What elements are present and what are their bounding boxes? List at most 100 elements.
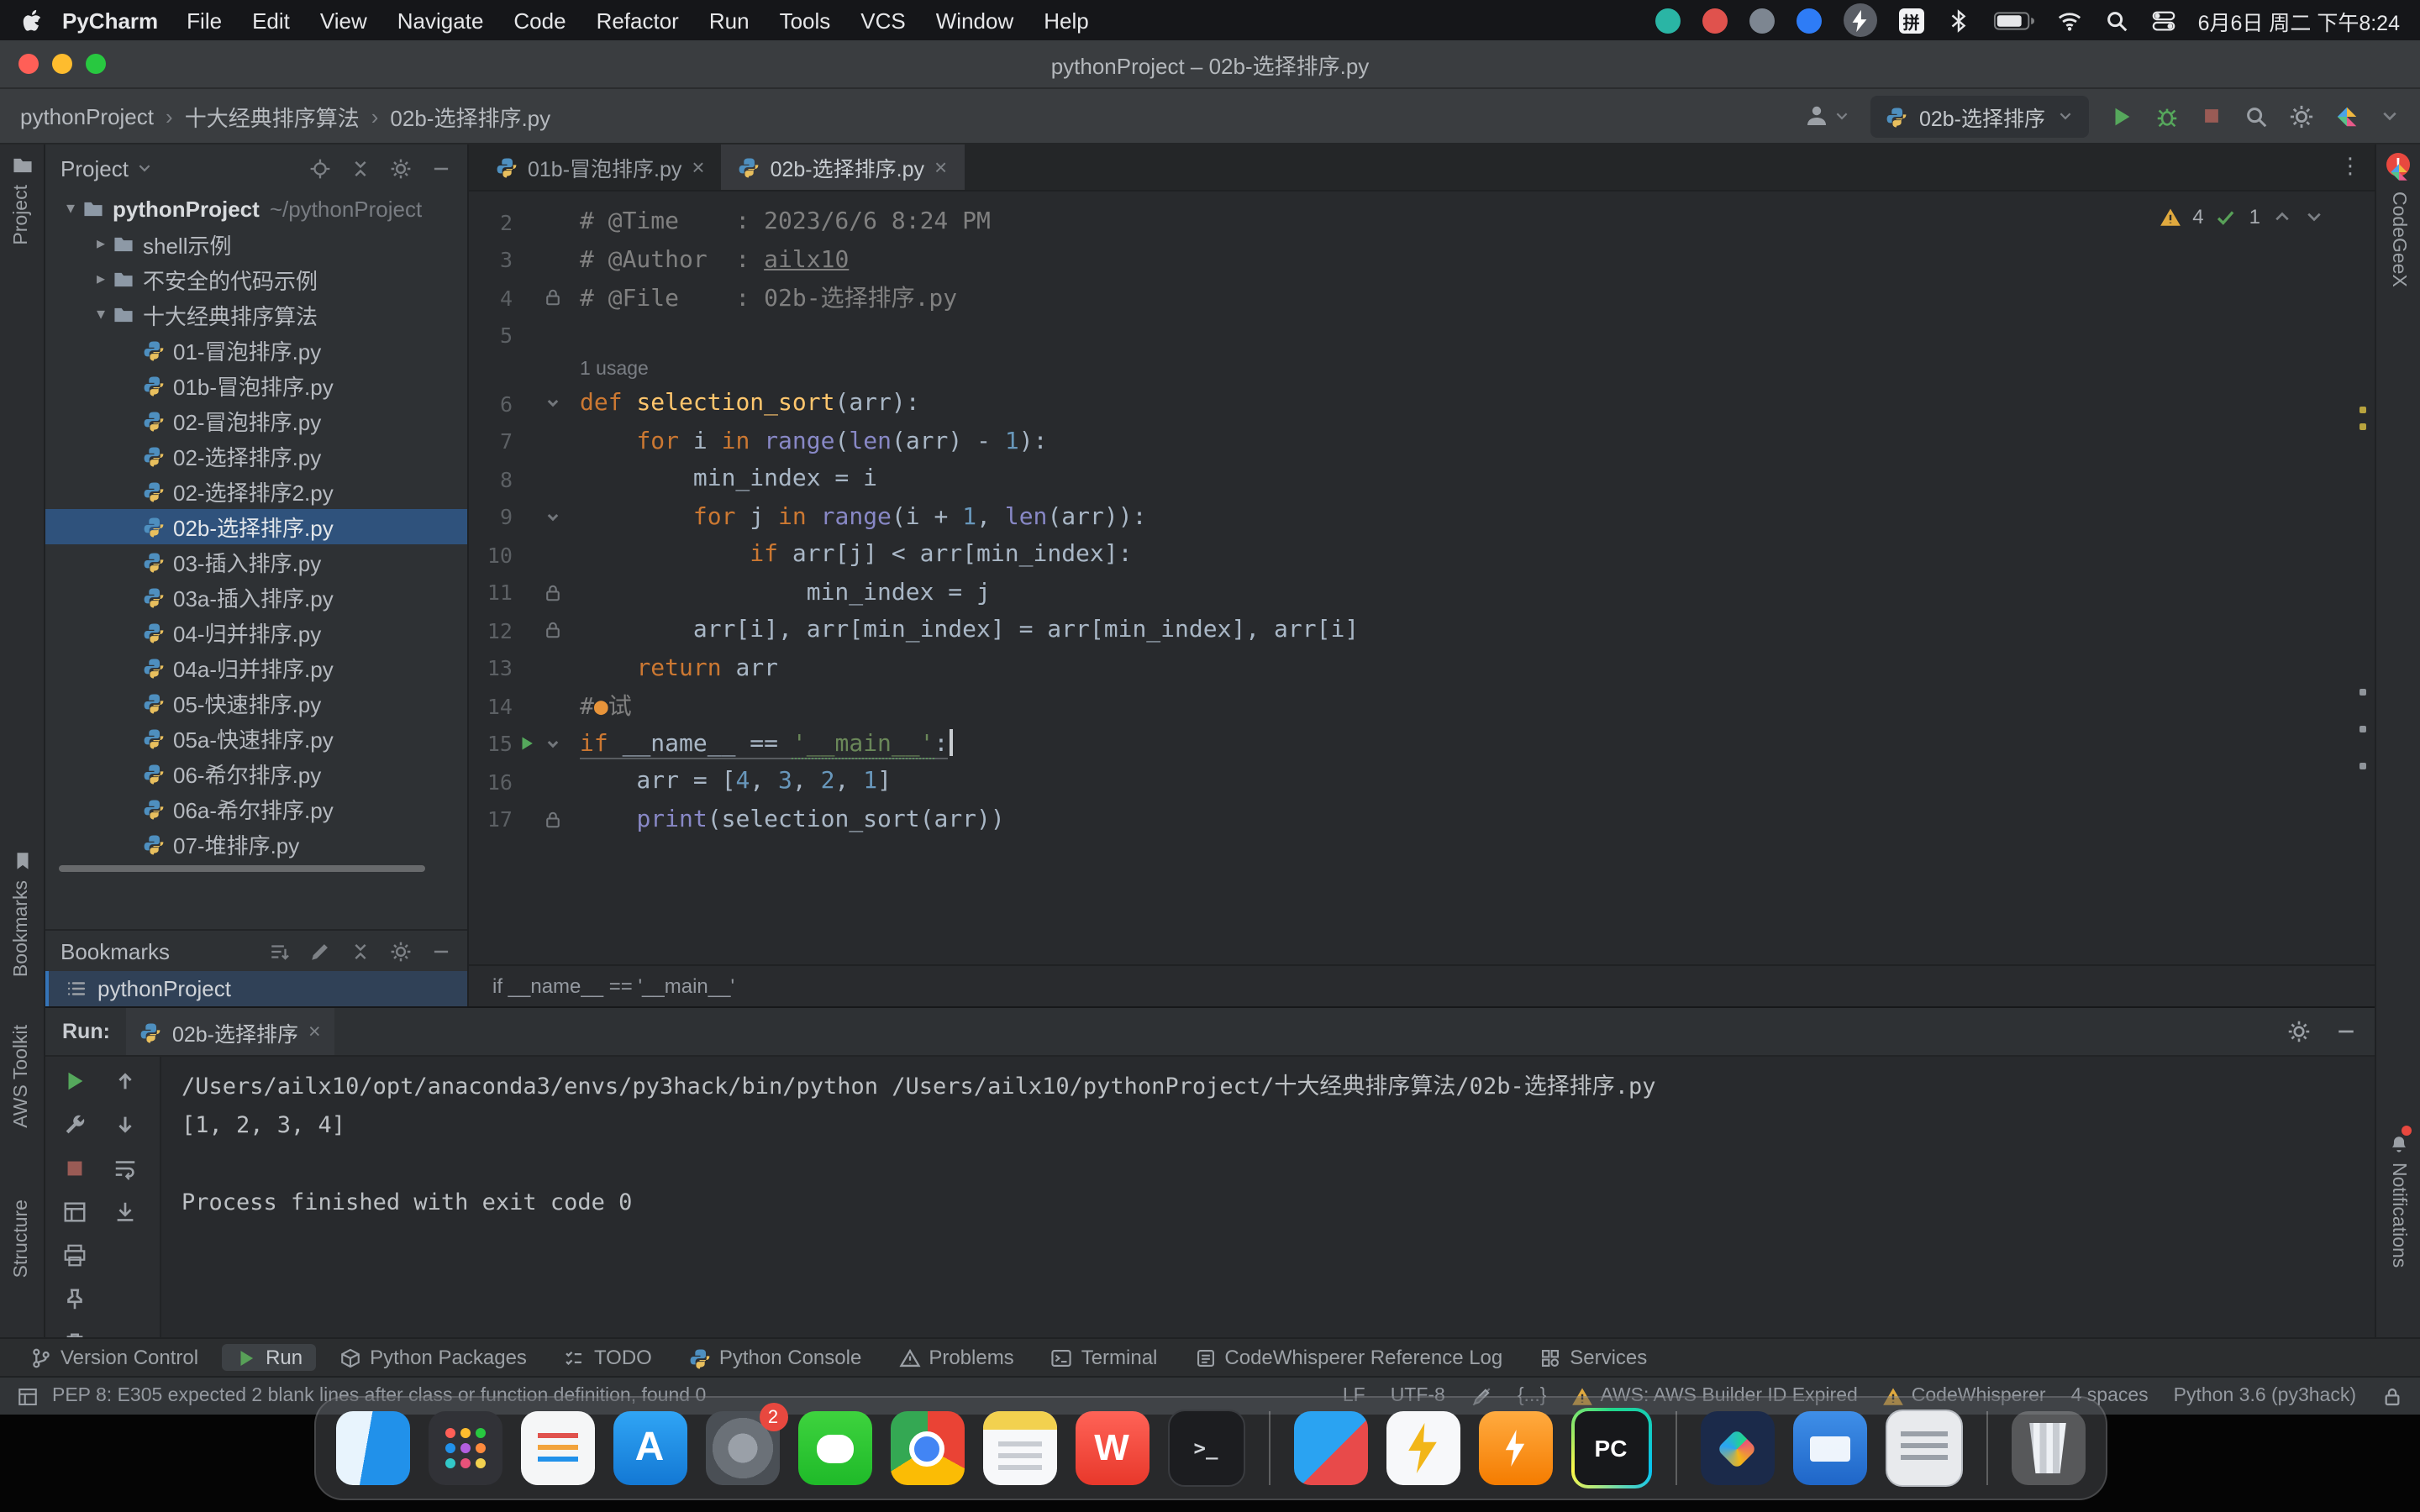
fold-icon[interactable] <box>543 507 563 528</box>
tool-tab-python-packages[interactable]: Python Packages <box>326 1344 540 1371</box>
tool-tab-todo[interactable]: TODO <box>550 1344 666 1371</box>
trash-icon[interactable] <box>61 1331 87 1337</box>
code-text[interactable]: def selection_sort(arr): <box>566 391 920 417</box>
tree-collapsed-arrow[interactable]: ▸ <box>89 270 113 289</box>
code-line[interactable]: 16 arr = [4, 3, 2, 1] <box>469 763 2375 801</box>
bookmark-item[interactable]: pythonProject <box>45 971 467 1006</box>
menu-bar-clock[interactable]: 6月6日 周二 下午8:24 <box>2198 4 2400 36</box>
tab-options-icon[interactable]: ⋮ <box>2339 153 2361 180</box>
chevron-down-icon[interactable] <box>137 160 154 176</box>
code-text[interactable]: min_index = j <box>566 580 991 606</box>
tool-tab-version-control[interactable]: Version Control <box>17 1344 212 1371</box>
code-line[interactable]: 13 return arr <box>469 649 2375 687</box>
tool-tab-codewhisperer-reference-log[interactable]: CodeWhisperer Reference Log <box>1181 1344 1516 1371</box>
tool-tab-terminal[interactable]: Terminal <box>1038 1344 1171 1371</box>
lock-icon[interactable] <box>543 621 563 641</box>
dock-security-icon[interactable] <box>1478 1411 1552 1485</box>
tree-row[interactable]: ▾ 十大经典排序算法 <box>45 297 467 333</box>
gear-icon[interactable] <box>390 157 412 179</box>
input-method-icon[interactable]: 拼 <box>1898 8 1924 33</box>
pencil-icon[interactable] <box>309 940 331 962</box>
search-everywhere-button[interactable] <box>2244 103 2269 129</box>
code-text[interactable]: arr[i], arr[min_index] = arr[min_index],… <box>566 617 1359 644</box>
breadcrumb-item[interactable]: pythonProject <box>20 103 154 129</box>
tree-row[interactable]: 03-插入排序.py <box>45 544 467 580</box>
menu-code[interactable]: Code <box>498 8 581 33</box>
dock-chrome-icon[interactable] <box>890 1411 964 1485</box>
editor-tab[interactable]: 01b-冒泡排序.py × <box>479 144 722 190</box>
code-text[interactable]: for j in range(i + 1, len(arr)): <box>566 504 1147 531</box>
run-icon[interactable] <box>517 735 535 753</box>
control-center-icon[interactable] <box>2151 8 2176 33</box>
spotlight-icon[interactable] <box>2104 8 2129 33</box>
app-menu-name[interactable]: PyCharm <box>62 8 158 33</box>
stop2-icon[interactable] <box>61 1156 87 1181</box>
code-text[interactable]: # @Author : ailx10 <box>566 247 849 274</box>
layout-icon[interactable] <box>61 1200 87 1225</box>
down-icon[interactable] <box>112 1112 137 1137</box>
fold-icon[interactable] <box>543 394 563 414</box>
rerun-icon[interactable] <box>61 1068 87 1094</box>
gear-icon[interactable] <box>2287 1020 2311 1043</box>
code-line[interactable]: 17 print(selection_sort(arr)) <box>469 801 2375 838</box>
menu-view[interactable]: View <box>305 8 382 33</box>
code-line[interactable]: 10 if arr[j] < arr[min_index]: <box>469 536 2375 574</box>
previous-problem-icon[interactable] <box>2272 207 2292 227</box>
wrench-icon[interactable] <box>61 1112 87 1137</box>
printer-icon[interactable] <box>61 1243 87 1268</box>
bookmarks-panel-title[interactable]: Bookmarks <box>60 938 170 963</box>
code-line[interactable]: 15 if __name__ == '__main__': <box>469 725 2375 763</box>
tool-tab-python-console[interactable]: Python Console <box>676 1344 875 1371</box>
dock-dark-app-icon[interactable] <box>1700 1411 1774 1485</box>
menu-help[interactable]: Help <box>1028 8 1104 33</box>
tree-horizontal-scrollbar[interactable] <box>59 865 425 872</box>
dock-finder-icon[interactable] <box>335 1411 409 1485</box>
zoom-window-button[interactable] <box>86 54 106 74</box>
code-line[interactable]: 11 min_index = j <box>469 574 2375 612</box>
tool-tab-run[interactable]: Run <box>222 1344 317 1371</box>
apple-menu-icon[interactable] <box>20 8 45 33</box>
code-line[interactable]: 6 def selection_sort(arr): <box>469 385 2375 423</box>
menu-refactor[interactable]: Refactor <box>581 8 694 33</box>
code-line[interactable]: 9 for j in range(i + 1, len(arr)): <box>469 498 2375 536</box>
gear-icon[interactable] <box>390 940 412 962</box>
wifi-icon[interactable] <box>2057 8 2082 33</box>
editor-scrollbar[interactable] <box>2360 192 2366 964</box>
tree-row[interactable]: ▸ 不安全的代码示例 <box>45 262 467 297</box>
tree-row[interactable]: 06a-希尔排序.py <box>45 791 467 827</box>
minus-icon[interactable] <box>430 940 452 962</box>
settings-button[interactable] <box>2289 103 2314 129</box>
lock-icon[interactable] <box>543 583 563 603</box>
dock-notes-icon[interactable] <box>982 1411 1056 1485</box>
breadcrumb-item[interactable]: 十大经典排序算法 <box>185 100 360 132</box>
pin-icon[interactable] <box>61 1287 87 1312</box>
tree-row[interactable]: 03a-插入排序.py <box>45 580 467 615</box>
stripe-button-project[interactable]: Project <box>0 155 44 245</box>
code-text[interactable]: for i in range(len(arr) - 1): <box>566 428 1047 455</box>
editor-breadcrumb[interactable]: if __name__ == '__main__' <box>469 964 2375 1006</box>
breadcrumb-item[interactable]: 02b-选择排序.py <box>390 100 550 132</box>
menu-window[interactable]: Window <box>921 8 1029 33</box>
battery-icon[interactable] <box>1993 8 2035 33</box>
close-icon[interactable]: × <box>308 1020 321 1043</box>
status-red-icon[interactable] <box>1702 8 1728 33</box>
next-problem-icon[interactable] <box>2304 207 2324 227</box>
stripe-button-aws[interactable]: AWS Toolkit <box>0 1025 44 1128</box>
tree-row[interactable]: 01-冒泡排序.py <box>45 333 467 368</box>
lock-icon[interactable] <box>543 810 563 830</box>
tree-row[interactable]: ▸ shell示例 <box>45 227 467 262</box>
tab-close-icon[interactable]: × <box>692 155 704 180</box>
debug-button[interactable] <box>2154 103 2180 129</box>
code-line[interactable]: 14 #●试 <box>469 687 2375 725</box>
code-text[interactable]: # @File : 02b-选择排序.py <box>566 281 957 315</box>
usage-hint-label[interactable]: 1 usage <box>566 360 649 380</box>
inlay-hint[interactable]: 1 usage <box>469 354 2375 385</box>
code-text[interactable]: #●试 <box>566 690 632 723</box>
menu-file[interactable]: File <box>171 8 237 33</box>
code-line[interactable]: 5 <box>469 317 2375 354</box>
status-gray-icon[interactable] <box>1749 8 1775 33</box>
code-line[interactable]: 7 for i in range(len(arr) - 1): <box>469 423 2375 460</box>
collapse-icon[interactable] <box>350 157 371 179</box>
code-line[interactable]: 8 min_index = i <box>469 460 2375 498</box>
code-line[interactable]: 2 # @Time : 2023/6/6 8:24 PM <box>469 203 2375 241</box>
